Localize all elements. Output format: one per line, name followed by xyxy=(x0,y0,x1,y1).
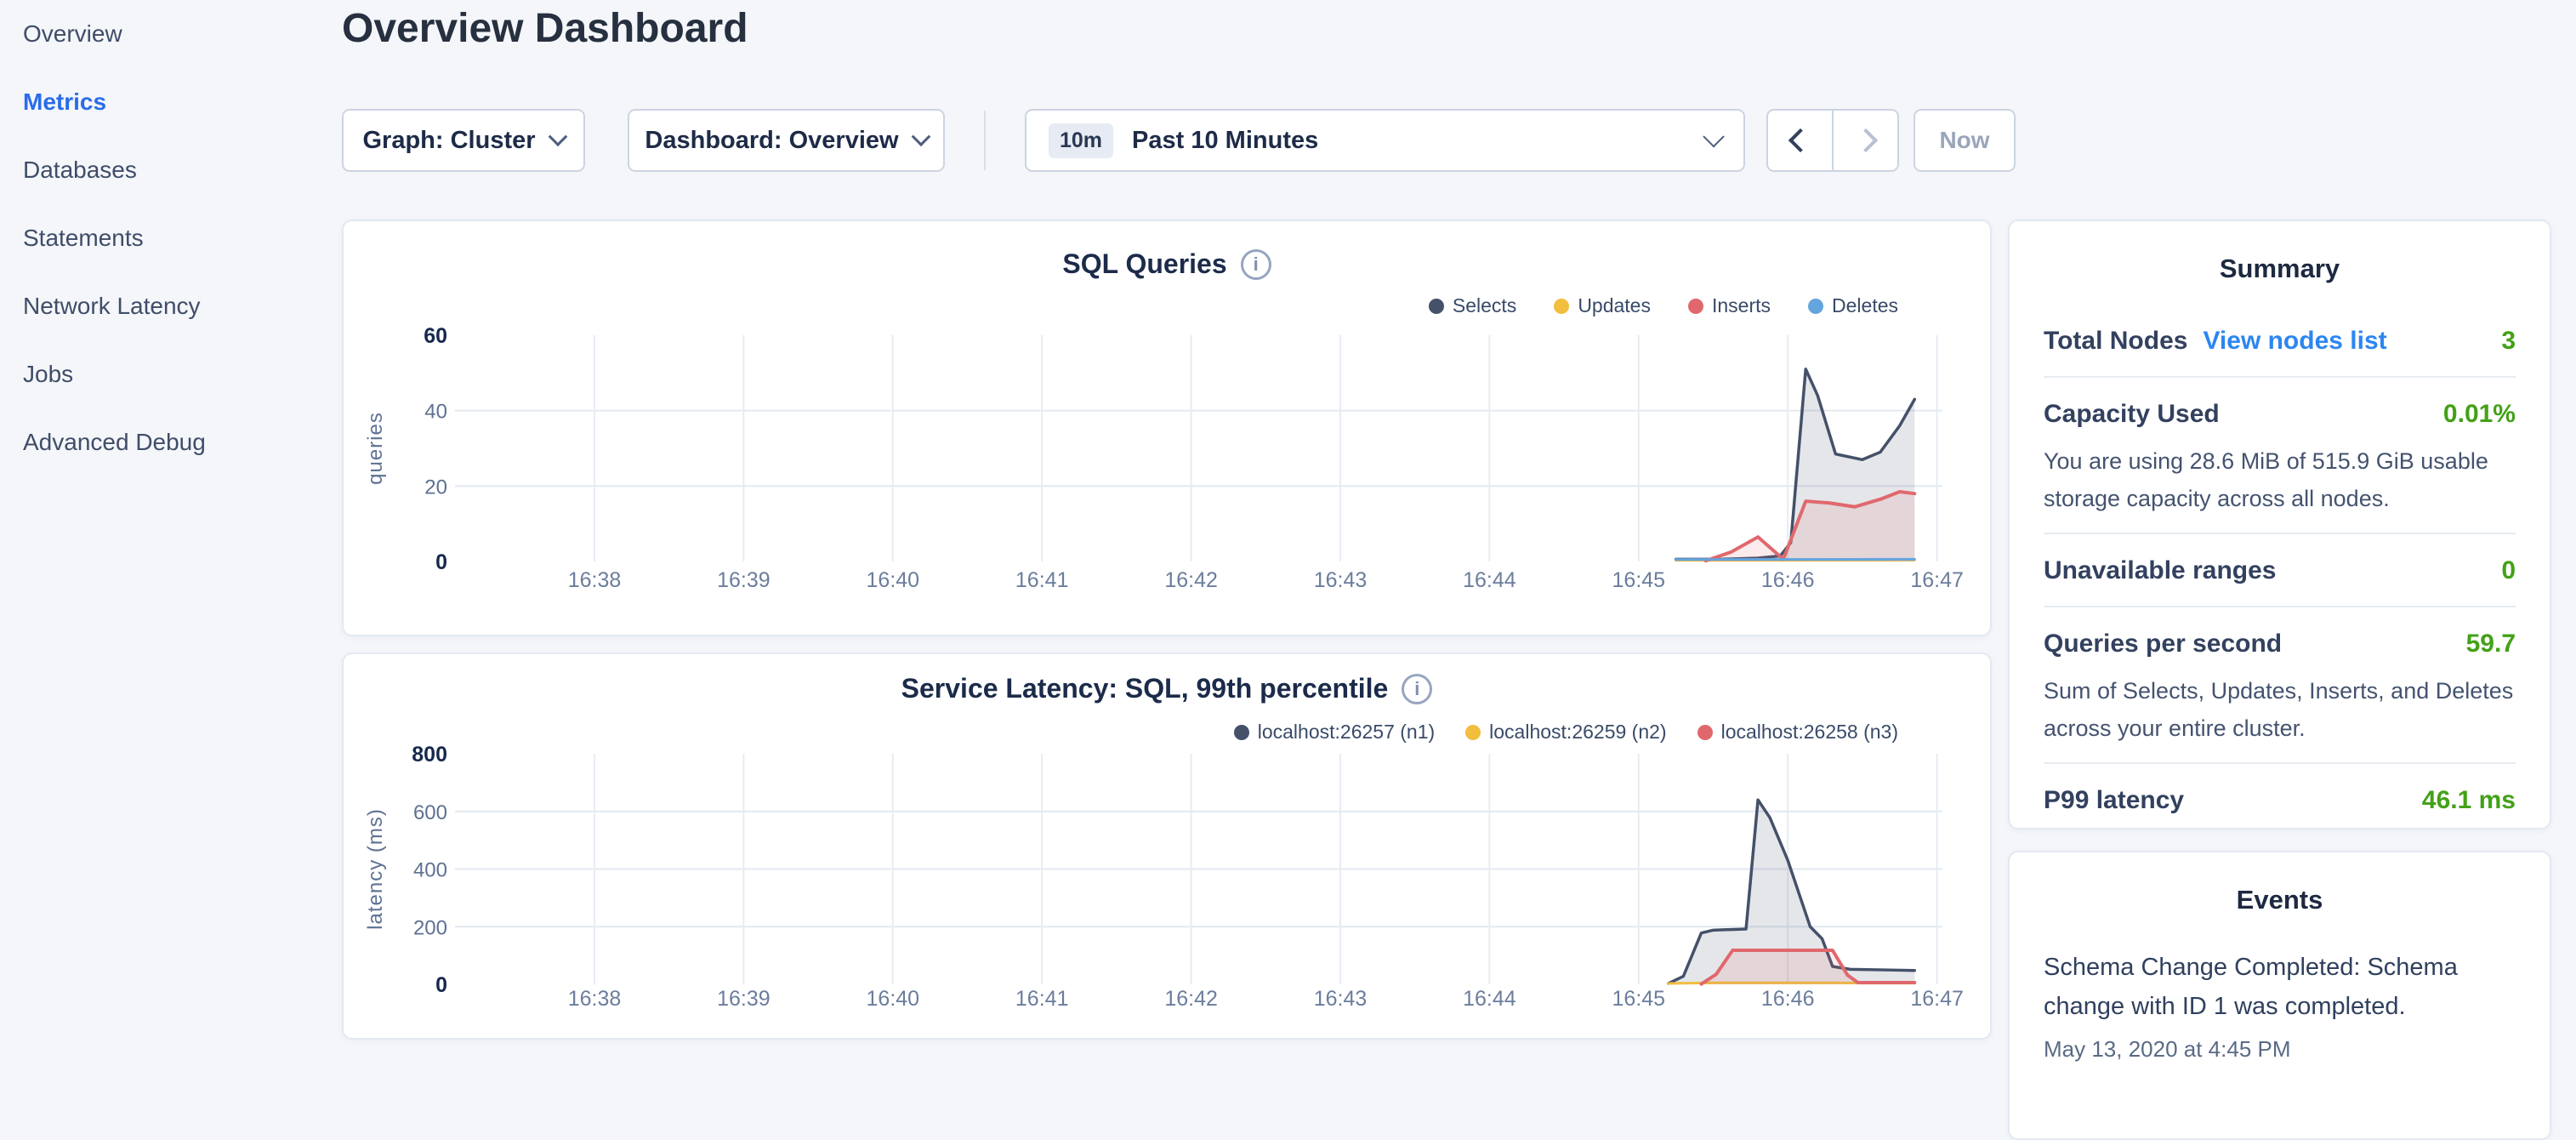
svg-text:40: 40 xyxy=(424,401,447,424)
svg-text:200: 200 xyxy=(413,916,447,939)
sql-queries-chart-panel: SQL Queries i SelectsUpdatesInsertsDelet… xyxy=(342,219,1992,636)
summary-value: 3 xyxy=(2501,327,2516,356)
svg-text:16:43: 16:43 xyxy=(1314,568,1368,592)
svg-text:16:46: 16:46 xyxy=(1761,987,1815,1011)
time-range-label: Past 10 Minutes xyxy=(1132,127,1318,155)
sidebar-item-metrics[interactable]: Metrics xyxy=(0,68,342,136)
summary-title: Summary xyxy=(2044,221,2516,305)
sidebar-item-advanced-debug[interactable]: Advanced Debug xyxy=(0,408,342,476)
summary-row: Unavailable ranges 0 xyxy=(2044,534,2516,606)
chevron-down-icon xyxy=(911,127,930,146)
svg-text:16:42: 16:42 xyxy=(1164,568,1218,592)
summary-row: Capacity Used 0.01% xyxy=(2044,378,2516,449)
summary-description: You are using 28.6 MiB of 515.9 GiB usab… xyxy=(2044,442,2516,517)
summary-row: Total Nodes View nodes list 3 xyxy=(2044,305,2516,376)
summary-row: P99 latency 46.1 ms xyxy=(2044,764,2516,835)
summary-value: 0.01% xyxy=(2443,400,2516,429)
sidebar-item-statements[interactable]: Statements xyxy=(0,204,342,272)
svg-text:16:40: 16:40 xyxy=(867,987,920,1011)
time-range-selector[interactable]: 10m Past 10 Minutes xyxy=(1025,109,1745,172)
svg-text:16:46: 16:46 xyxy=(1761,568,1815,592)
svg-text:16:47: 16:47 xyxy=(1910,987,1964,1011)
svg-text:16:44: 16:44 xyxy=(1463,568,1516,592)
summary-row: Queries per second 59.7 xyxy=(2044,607,2516,679)
chevron-down-icon xyxy=(548,127,567,146)
summary-label: P99 latency xyxy=(2044,786,2184,815)
svg-text:queries: queries xyxy=(364,412,387,485)
summary-value: 0 xyxy=(2501,556,2516,585)
events-title: Events xyxy=(2044,852,2516,919)
event-message: Schema Change Completed: Schema change w… xyxy=(2044,948,2516,1026)
graph-dropdown-label: Graph: Cluster xyxy=(362,127,535,155)
dashboard-dropdown[interactable]: Dashboard: Overview xyxy=(628,109,945,172)
svg-text:16:44: 16:44 xyxy=(1463,987,1516,1011)
svg-text:latency (ms): latency (ms) xyxy=(364,808,387,930)
summary-label: Capacity Used xyxy=(2044,400,2220,429)
summary-label: Queries per second xyxy=(2044,630,2282,658)
toolbar-divider xyxy=(984,111,986,170)
svg-text:16:38: 16:38 xyxy=(568,987,622,1011)
svg-text:20: 20 xyxy=(424,476,447,499)
event-timestamp: May 13, 2020 at 4:45 PM xyxy=(2044,1036,2516,1063)
chevron-down-icon xyxy=(1703,126,1724,147)
svg-text:16:41: 16:41 xyxy=(1015,987,1069,1011)
chevron-right-icon xyxy=(1853,128,1877,152)
svg-text:16:38: 16:38 xyxy=(568,568,622,592)
svg-text:400: 400 xyxy=(413,859,447,882)
svg-text:16:45: 16:45 xyxy=(1612,568,1666,592)
time-range-badge: 10m xyxy=(1049,123,1113,158)
time-step-forward-button[interactable] xyxy=(1834,111,1897,170)
svg-text:16:39: 16:39 xyxy=(717,987,771,1011)
summary-description: Sum of Selects, Updates, Inserts, and De… xyxy=(2044,672,2516,747)
svg-text:600: 600 xyxy=(413,801,447,824)
svg-text:16:39: 16:39 xyxy=(717,568,771,592)
graph-dropdown[interactable]: Graph: Cluster xyxy=(342,109,585,172)
sidebar-item-jobs[interactable]: Jobs xyxy=(0,340,342,408)
summary-label: Total Nodes xyxy=(2044,327,2187,356)
sql-queries-chart: 0 20 40 60 16:38 16:39 16:40 16:41 16:42 16:43 16:… xyxy=(344,221,1990,635)
svg-text:0: 0 xyxy=(435,973,447,997)
events-list: Schema Change Completed: Schema change w… xyxy=(2044,948,2516,1063)
svg-text:800: 800 xyxy=(412,743,447,767)
summary-label: Unavailable ranges xyxy=(2044,556,2276,585)
svg-text:16:47: 16:47 xyxy=(1910,568,1964,592)
view-nodes-link[interactable]: View nodes list xyxy=(2203,327,2386,356)
svg-text:16:42: 16:42 xyxy=(1164,987,1218,1011)
svg-text:16:40: 16:40 xyxy=(867,568,920,592)
service-latency-chart: 0 200 400 600 800 16:38 16:39 16:40 16:41 16:42 16… xyxy=(344,654,1990,1038)
summary-panel: Summary Total Nodes View nodes list 3 Capac… xyxy=(2008,219,2551,829)
time-step-back-button[interactable] xyxy=(1768,111,1834,170)
time-step-group xyxy=(1766,109,1899,172)
sidebar-nav: OverviewMetricsDatabasesStatementsNetwor… xyxy=(0,0,342,1052)
page-title: Overview Dashboard xyxy=(342,5,748,52)
chevron-left-icon xyxy=(1788,128,1811,152)
summary-value: 59.7 xyxy=(2466,630,2516,658)
svg-text:16:43: 16:43 xyxy=(1314,987,1368,1011)
svg-text:60: 60 xyxy=(424,324,447,348)
events-panel: Events Schema Change Completed: Schema c… xyxy=(2008,851,2551,1140)
sidebar-item-databases[interactable]: Databases xyxy=(0,136,342,204)
service-latency-chart-panel: Service Latency: SQL, 99th percentile i … xyxy=(342,653,1992,1040)
svg-text:0: 0 xyxy=(435,550,447,574)
sidebar-item-network-latency[interactable]: Network Latency xyxy=(0,272,342,340)
summary-rows: Total Nodes View nodes list 3 Capacity Used… xyxy=(2044,305,2516,835)
dashboard-dropdown-label: Dashboard: Overview xyxy=(645,127,898,155)
svg-text:16:45: 16:45 xyxy=(1612,987,1666,1011)
sidebar-item-overview[interactable]: Overview xyxy=(0,0,342,68)
summary-value: 46.1 ms xyxy=(2422,786,2516,815)
svg-text:16:41: 16:41 xyxy=(1015,568,1069,592)
now-button[interactable]: Now xyxy=(1914,109,2016,172)
